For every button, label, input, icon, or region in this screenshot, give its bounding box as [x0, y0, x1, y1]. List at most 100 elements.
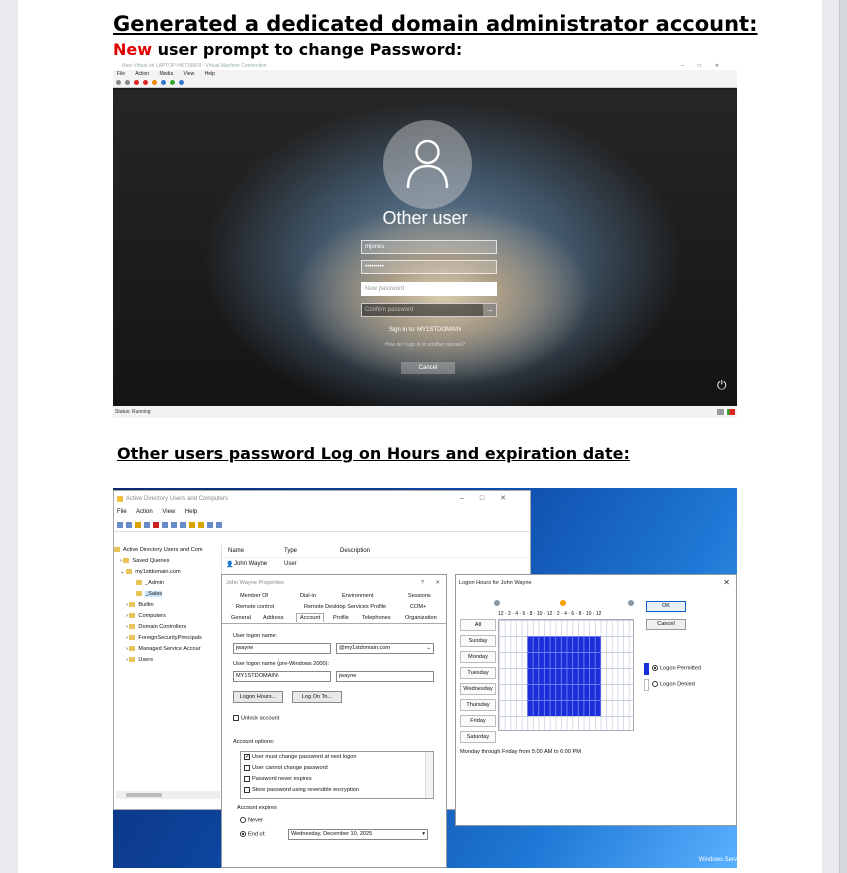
close-icon[interactable]: ✕	[435, 575, 440, 591]
logon-permitted-radio[interactable]: Logon Permitted	[652, 665, 701, 671]
option-must-change-password[interactable]: User must change password at next logon	[241, 752, 433, 763]
pause-icon[interactable]	[161, 80, 166, 85]
new-group-icon[interactable]	[198, 521, 204, 528]
day-tuesday[interactable]: Tuesday	[460, 667, 496, 679]
day-friday[interactable]: Friday	[460, 715, 496, 727]
column-name[interactable]: Name	[228, 548, 244, 554]
column-description[interactable]: Description	[340, 548, 370, 554]
tree-item-managed-service[interactable]: › Managed Service Accour	[114, 644, 221, 655]
ok-button[interactable]: OK	[646, 601, 686, 612]
tab-member-of[interactable]: Member Of	[240, 593, 268, 599]
unlock-account-checkbox[interactable]: Unlock account	[233, 715, 279, 721]
new-password-field[interactable]: New password	[361, 282, 497, 296]
export-icon[interactable]	[171, 521, 177, 528]
tree-item-users[interactable]: › Users	[114, 655, 221, 666]
table-row[interactable]: 👤 John Wayne User	[224, 559, 530, 570]
options-scrollbar[interactable]	[425, 752, 433, 798]
ad-menu-help[interactable]: Help	[185, 509, 197, 515]
vm-menu-file[interactable]: File	[117, 71, 125, 77]
tree-item-foreign-security[interactable]: › ForeignSecurityPrincipals	[114, 633, 221, 644]
tab-com[interactable]: COM+	[410, 604, 426, 610]
day-wednesday[interactable]: Wednesday	[460, 683, 496, 695]
tree-item-computers[interactable]: › Computers	[114, 611, 221, 622]
vm-menu-action[interactable]: Action	[135, 71, 149, 77]
tree-item-admin[interactable]: _Admin	[114, 578, 221, 589]
forward-icon[interactable]	[126, 521, 132, 528]
ad-menu-action[interactable]: Action	[136, 509, 153, 515]
ad-window-controls[interactable]: –□✕	[460, 491, 522, 507]
find-icon[interactable]	[216, 521, 222, 528]
ease-of-access-icon[interactable]: ⏻	[717, 378, 727, 393]
username-field[interactable]: mjones	[361, 240, 497, 254]
submit-arrow-icon[interactable]: →	[483, 304, 496, 316]
column-type[interactable]: Type	[284, 548, 297, 554]
confirm-password-field[interactable]: Confirm password →	[361, 303, 497, 317]
tree-item-domain-controllers[interactable]: › Domain Controllers	[114, 622, 221, 633]
login-cancel-button[interactable]: Cancel	[401, 362, 455, 374]
document-scrollbar[interactable]	[839, 0, 847, 873]
option-cannot-change-password[interactable]: User cannot change password	[241, 763, 433, 774]
vm-menu-media[interactable]: Media	[159, 71, 173, 77]
logon-hours-button[interactable]: Logon Hours...	[233, 691, 283, 703]
expires-end-of-radio[interactable]: End of:	[240, 831, 266, 837]
tab-remote-control[interactable]: Remote control	[236, 604, 274, 610]
tree-root[interactable]: Active Directory Users and Com	[114, 545, 221, 556]
ctrl-alt-del-icon[interactable]	[116, 80, 121, 85]
reset-icon[interactable]	[170, 80, 175, 85]
option-reversible-encryption[interactable]: Store password using reversible encrypti…	[241, 785, 433, 796]
expiry-date-picker[interactable]: Wednesday, December 10, 2025 ▾	[288, 829, 428, 840]
new-user-icon[interactable]	[189, 521, 195, 528]
ad-menu-view[interactable]: View	[162, 509, 175, 515]
tree-horizontal-scrollbar[interactable]	[116, 791, 220, 799]
tab-organization[interactable]: Organization	[405, 615, 437, 621]
current-password-field[interactable]: •••••••••	[361, 260, 497, 274]
checkpoint-icon[interactable]	[179, 80, 184, 85]
tab-general[interactable]: General	[231, 615, 251, 621]
tab-dial-in[interactable]: Dial-in	[300, 593, 316, 599]
close-icon[interactable]: ✕	[723, 575, 730, 591]
tab-telephones[interactable]: Telephones	[362, 615, 391, 621]
tab-address[interactable]: Address	[263, 615, 284, 621]
day-thursday[interactable]: Thursday	[460, 699, 496, 711]
logon-denied-radio[interactable]: Logon Denied	[652, 681, 695, 687]
vm-menu-help[interactable]: Help	[205, 71, 215, 77]
properties-icon[interactable]	[144, 521, 150, 528]
turn-off-icon[interactable]	[134, 80, 139, 85]
tree-saved-queries[interactable]: › Saved Queries	[114, 556, 221, 567]
expires-never-radio[interactable]: Never	[240, 817, 263, 823]
all-days-button[interactable]: All	[460, 619, 496, 631]
option-password-never-expires[interactable]: Password never expires	[241, 774, 433, 785]
tree-domain[interactable]: ⌄ my1stdomain.com	[114, 567, 221, 578]
help-button[interactable]: ?	[421, 575, 424, 591]
help-icon[interactable]	[180, 521, 186, 528]
vm-menu-view[interactable]: View	[184, 71, 195, 77]
other-domain-link[interactable]: How do I sign in to another domain?	[113, 342, 737, 348]
tree-item-sales[interactable]: _Sales	[114, 589, 221, 600]
start-icon[interactable]	[125, 80, 130, 85]
tab-environment[interactable]: Environment	[342, 593, 373, 599]
day-sunday[interactable]: Sunday	[460, 635, 496, 647]
pre2000-user-input[interactable]: jwayne	[336, 671, 434, 682]
folder-icon[interactable]	[135, 521, 141, 528]
ad-menu-file[interactable]: File	[117, 509, 127, 515]
save-state-icon[interactable]	[152, 80, 157, 85]
permitted-hours-block[interactable]	[527, 636, 601, 716]
filter-icon[interactable]	[207, 521, 213, 528]
tab-profile[interactable]: Profile	[333, 615, 349, 621]
tab-account[interactable]: Account	[296, 613, 325, 622]
vm-window-controls[interactable]: –□✕	[681, 62, 733, 70]
tab-rds-profile[interactable]: Remote Desktop Services Profile	[304, 604, 386, 610]
logon-hours-grid[interactable]	[498, 619, 634, 731]
delete-icon[interactable]	[153, 521, 159, 528]
upn-suffix-select[interactable]: @my1stdomain.com ⌄	[336, 643, 434, 654]
tree-item-builtin[interactable]: › Builtin	[114, 600, 221, 611]
shutdown-icon[interactable]	[143, 80, 148, 85]
refresh-icon[interactable]	[162, 521, 168, 528]
logon-name-input[interactable]: jwayne	[233, 643, 331, 654]
cancel-button[interactable]: Cancel	[646, 619, 686, 630]
day-monday[interactable]: Monday	[460, 651, 496, 663]
log-on-to-button[interactable]: Log On To...	[292, 691, 342, 703]
back-icon[interactable]	[117, 521, 123, 528]
tab-sessions[interactable]: Sessions	[408, 593, 431, 599]
day-saturday[interactable]: Saturday	[460, 731, 496, 743]
